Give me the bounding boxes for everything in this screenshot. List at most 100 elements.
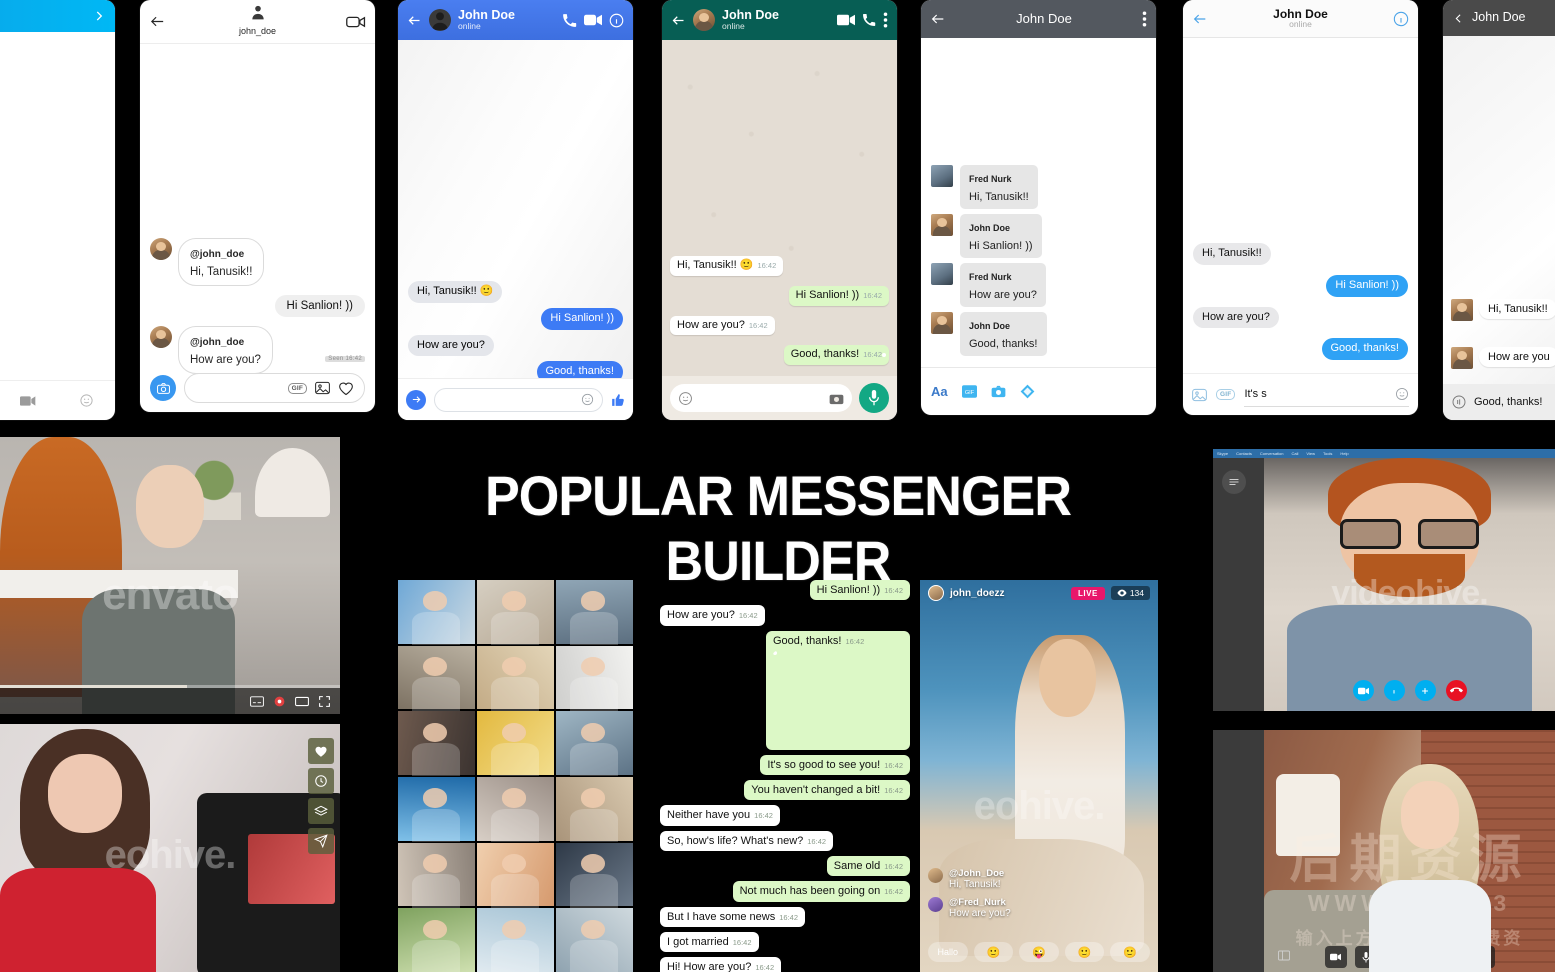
panel-facebook-lite[interactable]: John Doe Fred Nurk Hi, Tanusik!! John Do… — [921, 0, 1156, 415]
gallery-photo[interactable] — [556, 580, 633, 645]
gallery-photo[interactable] — [556, 908, 633, 972]
imessage-composer[interactable]: GIF It's s — [1183, 373, 1418, 415]
video-camera-icon[interactable] — [19, 395, 36, 407]
microphone-icon[interactable] — [859, 383, 889, 413]
photo-icon[interactable] — [315, 381, 330, 395]
gallery-photo[interactable] — [398, 711, 475, 777]
thumbs-up-icon[interactable] — [611, 393, 625, 407]
arrow-left-icon[interactable] — [671, 13, 686, 28]
info-icon[interactable] — [609, 13, 624, 28]
panel-facebook-messenger[interactable]: John Doe online Hi, Tanusik!! 🙂 Hi Sanli… — [398, 0, 633, 420]
heart-icon[interactable] — [338, 381, 354, 396]
reaction-button[interactable]: 😜 — [1019, 942, 1059, 962]
panel-imessage[interactable]: John Doe online Hi, Tanusik!! Hi Sanlion… — [1183, 0, 1418, 415]
gallery-photo[interactable] — [556, 645, 633, 711]
menu-item[interactable]: Help — [1340, 451, 1348, 456]
smiley-icon[interactable] — [1395, 387, 1409, 401]
info-icon[interactable] — [1383, 680, 1405, 701]
menu-item[interactable]: Tools — [1323, 451, 1332, 456]
menu-item[interactable]: Conversation — [1260, 451, 1284, 456]
message-input[interactable]: It's s — [1244, 383, 1409, 407]
video-camera-icon[interactable] — [1352, 680, 1374, 701]
line-footer[interactable]: Good, thanks! — [1443, 384, 1555, 420]
message-input[interactable] — [670, 384, 852, 412]
gif-icon[interactable]: GIF — [1216, 389, 1236, 400]
menu-item[interactable]: Call — [1292, 451, 1299, 456]
smiley-icon[interactable] — [581, 393, 594, 406]
avatar[interactable] — [928, 585, 944, 601]
gallery-photo[interactable] — [477, 908, 554, 972]
live-reactions-bar[interactable]: Hallo 🙂 😜 🙂 🙂 — [920, 942, 1158, 962]
messenger-composer[interactable] — [398, 378, 633, 420]
reaction-button[interactable]: 🙂 — [1064, 942, 1105, 962]
comment-input[interactable]: Hallo — [928, 942, 968, 962]
video-player-videohive[interactable]: eohive. — [0, 724, 340, 972]
photo-icon[interactable] — [1192, 388, 1207, 402]
search-input[interactable]: GIF — [184, 373, 365, 403]
instagram-live-stream[interactable]: eohive. john_doezz LIVE 134 @John_Doe Hi… — [920, 580, 1158, 972]
video-player-envato[interactable]: envato — [0, 437, 340, 714]
panel-skype-sliver[interactable]: Doe — [0, 0, 115, 420]
grouplist-toolbar[interactable]: Aa GIF — [921, 367, 1156, 415]
hangup-icon[interactable] — [1445, 680, 1467, 701]
settings-icon[interactable] — [273, 695, 286, 708]
camera-icon[interactable] — [991, 385, 1006, 398]
menu-bar[interactable]: Skype Contacts Conversation Call View To… — [1213, 449, 1555, 458]
speaker-icon[interactable] — [1451, 394, 1467, 410]
gallery-photo[interactable] — [477, 580, 554, 645]
arrow-left-icon[interactable] — [930, 11, 946, 27]
emoji-icon[interactable] — [79, 393, 94, 408]
menu-item[interactable]: View — [1306, 451, 1315, 456]
gif-icon[interactable]: GIF — [287, 382, 307, 394]
text-format-button[interactable]: Aa — [931, 384, 948, 399]
chevron-right-icon[interactable] — [92, 9, 106, 23]
fullscreen-icon[interactable] — [318, 695, 331, 708]
reaction-button[interactable]: 🙂 — [1110, 942, 1150, 962]
arrow-left-icon[interactable] — [1192, 11, 1208, 27]
gallery-photo[interactable] — [556, 842, 633, 908]
gallery-photo[interactable] — [477, 711, 554, 777]
panel-line-sliver[interactable]: John Doe Hi, Tanusik!! How are you Good,… — [1443, 0, 1555, 420]
theater-mode-icon[interactable] — [295, 696, 309, 707]
panel-icon[interactable] — [1278, 948, 1290, 966]
phone-icon[interactable] — [562, 13, 577, 28]
send-arrow-icon[interactable] — [406, 389, 426, 410]
chevron-left-icon[interactable] — [1452, 12, 1465, 25]
subtitles-icon[interactable] — [250, 695, 264, 707]
avatar[interactable] — [693, 9, 715, 31]
gallery-photo[interactable] — [556, 711, 633, 777]
arrow-left-icon[interactable] — [407, 13, 422, 28]
hamburger-icon[interactable] — [1222, 470, 1246, 494]
overflow-menu-icon[interactable] — [1142, 11, 1147, 27]
collection-icon[interactable] — [308, 798, 334, 824]
gallery-photo[interactable] — [477, 842, 554, 908]
gallery-photo[interactable] — [477, 645, 554, 711]
message-input[interactable] — [434, 387, 603, 412]
share-icon[interactable] — [308, 828, 334, 854]
clock-icon[interactable] — [308, 768, 334, 794]
gif-icon[interactable]: GIF — [961, 385, 977, 398]
video-camera-icon[interactable] — [584, 14, 602, 26]
panel-whatsapp[interactable]: John Doe online Hi, Tanusik!! 🙂 16:42 Hi… — [662, 0, 897, 420]
camera-icon[interactable] — [150, 375, 176, 401]
gallery-photo[interactable] — [398, 580, 475, 645]
gallery-photo[interactable] — [398, 842, 475, 908]
info-circle-icon[interactable] — [1393, 11, 1409, 27]
call-controls[interactable] — [1264, 680, 1555, 701]
add-person-icon[interactable] — [1414, 680, 1436, 701]
video-controls[interactable] — [0, 688, 340, 714]
skype-sliver-footer[interactable] — [0, 380, 115, 420]
ski-selfie-photo[interactable] — [773, 650, 903, 747]
reaction-button[interactable]: 🙂 — [973, 942, 1014, 962]
gallery-photo[interactable] — [556, 776, 633, 842]
smiley-icon[interactable] — [678, 391, 693, 406]
instagram-composer[interactable]: GIF — [140, 364, 375, 412]
whatsapp-composer[interactable] — [662, 376, 897, 420]
gallery-photo[interactable] — [398, 776, 475, 842]
camera-icon[interactable] — [829, 392, 844, 405]
skype-desktop-video-call[interactable]: Skype Contacts Conversation Call View To… — [1213, 449, 1555, 711]
menu-item[interactable]: Skype — [1217, 451, 1228, 456]
gallery-photo[interactable] — [477, 776, 554, 842]
phone-icon[interactable] — [862, 13, 876, 27]
video-camera-icon[interactable] — [837, 14, 855, 26]
